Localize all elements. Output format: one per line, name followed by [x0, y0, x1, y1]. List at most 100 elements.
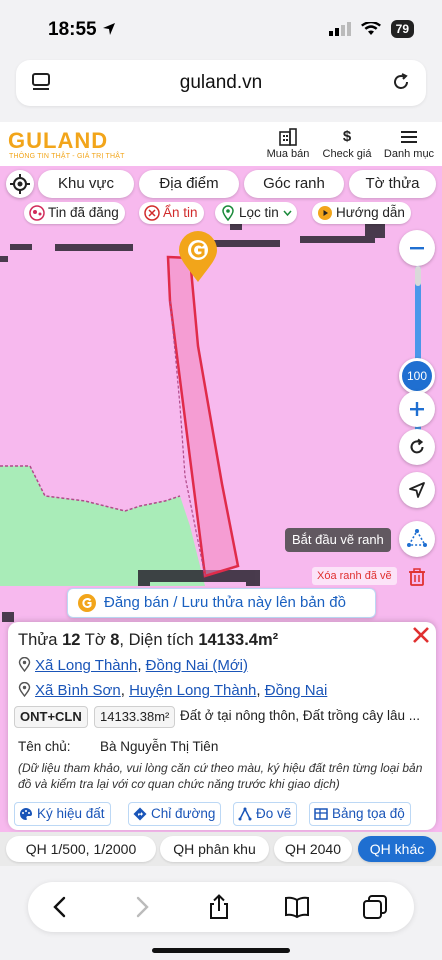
- nav-menu[interactable]: Danh mục: [382, 128, 436, 160]
- forward-icon[interactable]: [128, 894, 154, 920]
- qh-phan-khu-button[interactable]: QH phân khu: [160, 836, 269, 862]
- chip-posted-label: Tin đã đăng: [48, 205, 119, 220]
- qh-khac-button[interactable]: QH khác: [358, 836, 436, 862]
- save-parcel-banner[interactable]: Đăng bán / Lưu thửa này lên bản đồ: [67, 588, 376, 618]
- draw-boundary-button[interactable]: [399, 521, 435, 557]
- land-code-badge: ONT+CLN: [14, 706, 88, 728]
- zoom-slider-handle[interactable]: 100: [399, 358, 435, 394]
- navigate-button[interactable]: [399, 472, 435, 508]
- erase-boundary-label: Xóa ranh đã vẽ: [312, 567, 397, 585]
- qh-2040-button[interactable]: QH 2040: [274, 836, 352, 862]
- chip-posted[interactable]: Tin đã đăng: [24, 202, 125, 224]
- close-icon[interactable]: [410, 624, 432, 646]
- my-location-button[interactable]: [6, 170, 34, 198]
- minus-icon: [410, 247, 424, 250]
- directions-icon: [133, 807, 147, 821]
- navigation-arrow-icon: [409, 482, 425, 498]
- chip-hide[interactable]: Ẩn tin: [139, 202, 204, 224]
- play-circle-icon: [318, 206, 332, 220]
- site-header: GULAND THÔNG TIN THẬT - GIÁ TRỊ THẬT Mua…: [0, 122, 442, 166]
- old-commune-link[interactable]: Xã Bình Sơn: [35, 682, 121, 699]
- cellular-signal-icon: [328, 22, 351, 36]
- chip-filter-label: Lọc tin: [239, 205, 279, 220]
- land-legend-button[interactable]: Ký hiệu đất: [14, 802, 111, 826]
- measure-icon: [238, 807, 252, 821]
- nav-check-price-label: Check giá: [322, 148, 372, 160]
- url-bar[interactable]: guland.vn: [16, 60, 426, 106]
- parcel-area: 14133.4m²: [198, 631, 279, 649]
- browser-toolbar: [28, 882, 414, 932]
- filter-area[interactable]: Khu vực: [38, 170, 134, 198]
- back-icon[interactable]: [48, 894, 74, 920]
- dollar-icon: $: [342, 128, 352, 145]
- parcel-info-card: Thửa 12 Tờ 8, Diện tích 14133.4m² Xã Lon…: [8, 622, 436, 830]
- coordinates-table-button[interactable]: Bảng tọa độ: [309, 802, 411, 826]
- erase-boundary-button[interactable]: [399, 559, 435, 595]
- nav-check-price[interactable]: $ Check giá: [320, 128, 374, 160]
- logo-tagline: THÔNG TIN THẬT - GIÁ TRỊ THẬT: [9, 153, 125, 160]
- url-text[interactable]: guland.vn: [16, 72, 426, 94]
- close-circle-icon: [144, 205, 160, 221]
- measure-label: Đo vẽ: [256, 806, 292, 821]
- location-pin-icon: [18, 656, 31, 673]
- filter-corner[interactable]: Góc ranh: [244, 170, 344, 198]
- draw-polygon-icon: [407, 529, 427, 547]
- refresh-icon: [410, 438, 424, 454]
- chip-guide[interactable]: Hướng dẫn: [312, 202, 411, 224]
- location-arrow-icon: [103, 23, 115, 35]
- wifi-icon: [360, 22, 381, 35]
- plus-icon: [410, 402, 424, 416]
- share-icon[interactable]: [206, 894, 232, 920]
- old-address-row: Xã Bình Sơn, Huyện Long Thành, Đồng Nai: [18, 681, 328, 699]
- save-parcel-label: Đăng bán / Lưu thửa này lên bản đồ: [104, 594, 346, 611]
- filter-sheet[interactable]: Tờ thửa: [349, 170, 436, 198]
- hamburger-icon: [401, 131, 417, 143]
- measure-button[interactable]: Đo vẽ: [233, 802, 298, 826]
- qh-1-500-button[interactable]: QH 1/500, 1/2000: [6, 836, 156, 862]
- old-province-link[interactable]: Đồng Nai: [265, 682, 328, 699]
- bookmarks-icon[interactable]: [284, 894, 310, 920]
- guland-logo[interactable]: GULAND: [8, 128, 108, 154]
- zoom-in-button[interactable]: [399, 391, 435, 427]
- chip-hide-label: Ẩn tin: [163, 205, 198, 220]
- posted-icon: [29, 205, 45, 221]
- owner-name: Bà Nguyễn Thị Tiên: [100, 739, 219, 754]
- draw-boundary-label: Bắt đầu vẽ ranh: [285, 528, 391, 552]
- parcel-title: Thửa 12 Tờ 8, Diện tích 14133.4m²: [18, 631, 279, 649]
- table-icon: [314, 808, 328, 820]
- land-area-badge: 14133.38m²: [94, 706, 176, 728]
- refresh-button[interactable]: [399, 429, 435, 465]
- map-marker-icon[interactable]: [177, 231, 219, 283]
- guland-small-icon: [78, 594, 96, 612]
- chevron-down-icon: [283, 210, 292, 217]
- zoom-out-button[interactable]: [399, 230, 435, 266]
- nav-buy-sell[interactable]: Mua bán: [264, 128, 312, 160]
- new-commune-link[interactable]: Xã Long Thành: [35, 657, 137, 674]
- parcel-sheet: 8: [110, 631, 120, 649]
- building-icon: [279, 128, 297, 146]
- green-zone: [0, 466, 205, 586]
- land-legend-label: Ký hiệu đất: [37, 806, 105, 821]
- reload-icon[interactable]: [390, 71, 412, 93]
- directions-button[interactable]: Chỉ đường: [128, 802, 222, 826]
- pin-icon: [222, 205, 234, 221]
- coordinates-table-label: Bảng tọa độ: [332, 806, 405, 821]
- trash-icon: [409, 568, 425, 586]
- status-time: 18:55: [48, 19, 97, 40]
- old-district-link[interactable]: Huyện Long Thành: [129, 682, 256, 699]
- disclaimer-text: (Dữ liệu tham khảo, vui lòng căn cứ theo…: [18, 761, 423, 791]
- tabs-icon[interactable]: [362, 894, 388, 920]
- owner-label: Tên chủ:: [18, 739, 71, 754]
- new-address-row: Xã Long Thành, Đồng Nai (Mới): [18, 656, 248, 674]
- filter-location[interactable]: Địa điểm: [139, 170, 239, 198]
- chip-filter[interactable]: Lọc tin: [215, 202, 297, 224]
- planning-layer-bar: QH 1/500, 1/2000 QH phân khu QH 2040 QH …: [0, 832, 442, 866]
- palette-icon: [20, 808, 32, 820]
- chip-guide-label: Hướng dẫn: [336, 205, 405, 220]
- battery-icon: 79: [390, 20, 414, 38]
- parcel-number: 12: [62, 631, 81, 649]
- status-bar: 18:55 79: [0, 0, 442, 60]
- directions-label: Chỉ đường: [151, 806, 216, 821]
- new-province-link[interactable]: Đồng Nai (Mới): [146, 657, 248, 674]
- status-right: 79: [328, 20, 414, 38]
